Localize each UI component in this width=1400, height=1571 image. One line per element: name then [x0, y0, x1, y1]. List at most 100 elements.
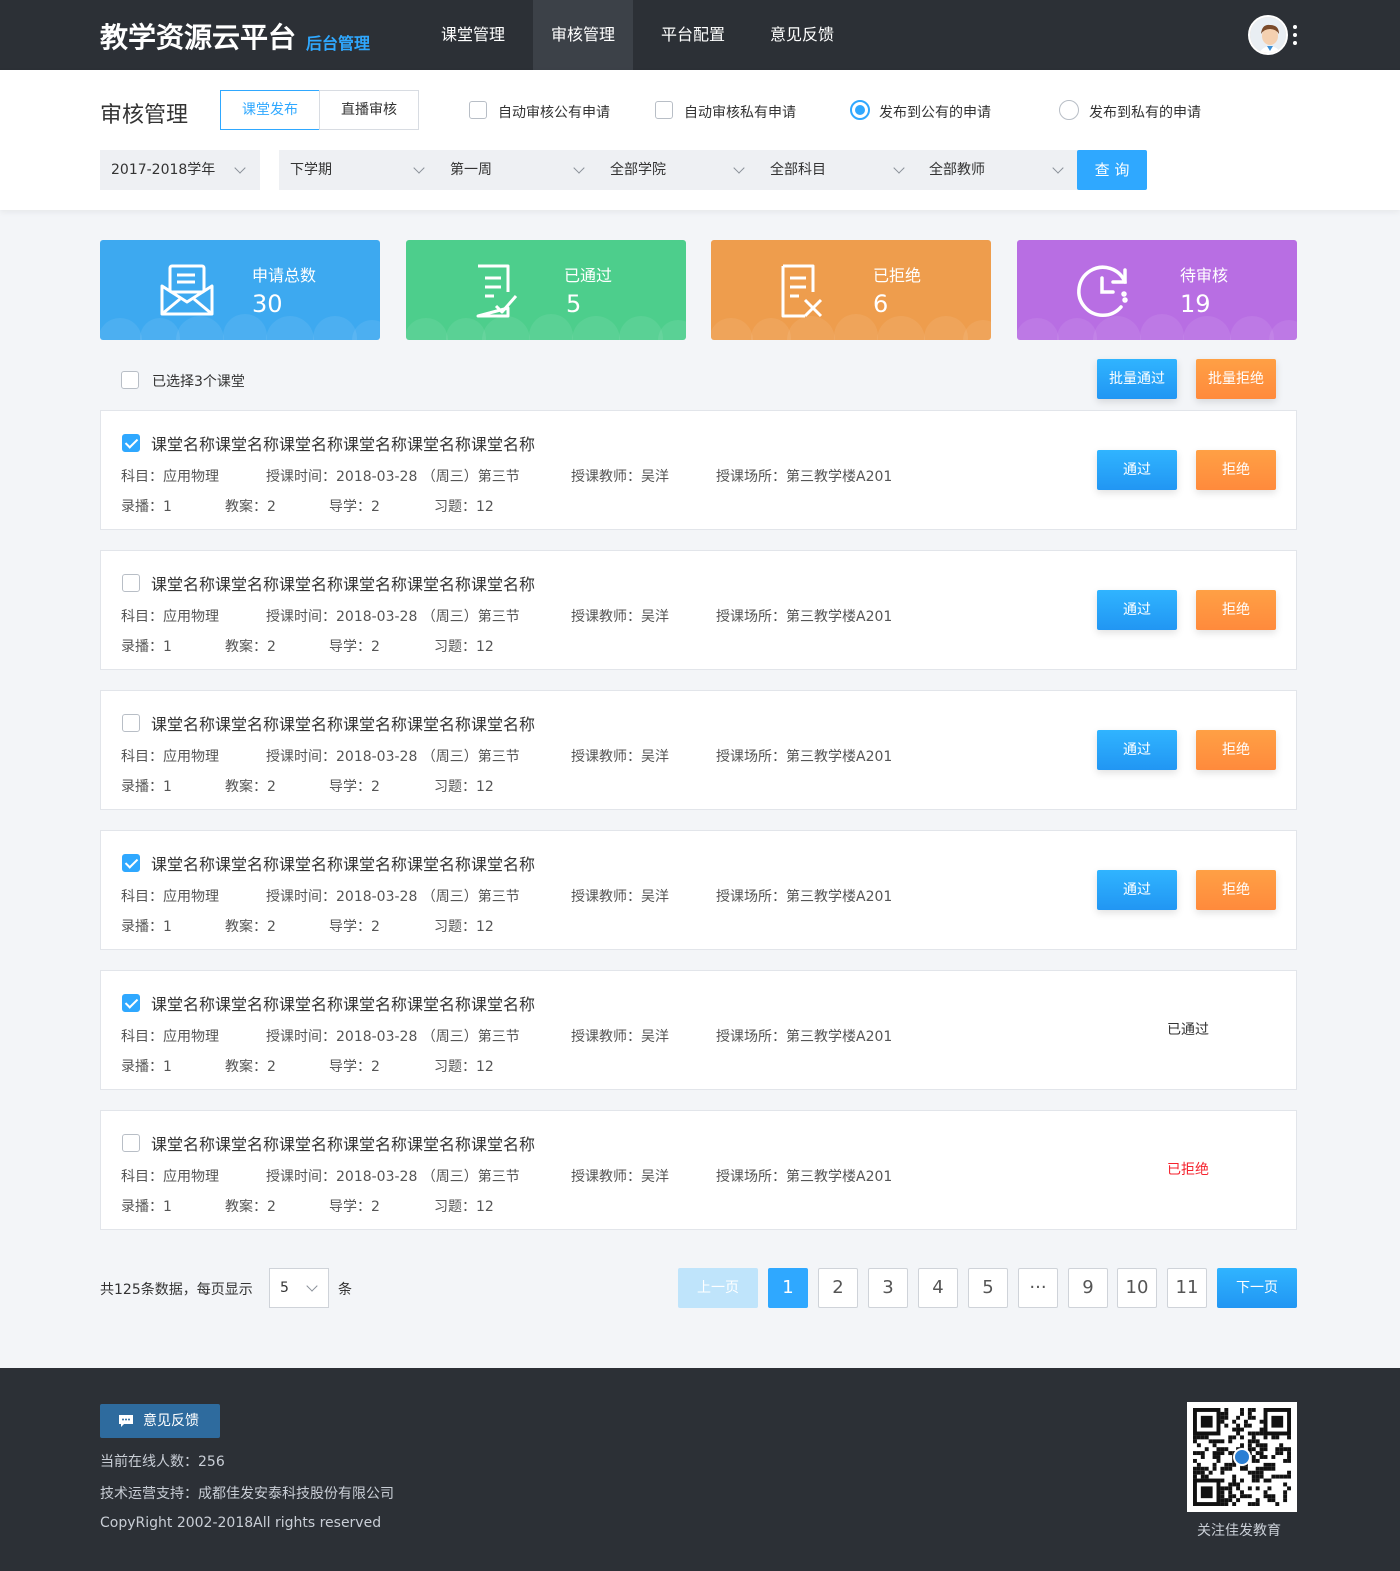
copyright: CopyRight 2002-2018All rights reserved [100, 1515, 382, 1531]
reject-button[interactable]: 拒绝 [1196, 870, 1276, 910]
semester-select[interactable]: 下学期 [279, 150, 439, 190]
tab-live-review[interactable]: 直播审核 [319, 90, 419, 130]
app-logo[interactable]: 教学资源云平台 [100, 16, 296, 56]
reject-button[interactable]: 拒绝 [1196, 730, 1276, 770]
location-value: 第三教学楼A201 [786, 1169, 893, 1185]
page-number-button[interactable]: 3 [868, 1268, 908, 1308]
week-select[interactable]: 第一周 [439, 150, 599, 190]
nav-item-feedback[interactable]: 意见反馈 [752, 0, 852, 70]
course-title[interactable]: 课堂名称课堂名称课堂名称课堂名称课堂名称课堂名称 [151, 991, 535, 1015]
course-checkbox[interactable] [122, 1134, 140, 1152]
course-location: 授课场所：第三教学楼A201 [716, 1166, 892, 1186]
select-all-checkbox[interactable] [121, 371, 139, 389]
subject-select[interactable]: 全部科目 [759, 150, 919, 190]
query-button[interactable]: 查 询 [1077, 150, 1147, 190]
footer: 意见反馈 当前在线人数：256 技术运营支持：成都佳发安泰科技股份有限公司 Co… [0, 1368, 1400, 1571]
feedback-button[interactable]: 意见反馈 [100, 1404, 220, 1438]
recording-value: 1 [163, 779, 172, 795]
subject-label: 科目： [121, 609, 163, 625]
nav-item-platform-config[interactable]: 平台配置 [643, 0, 743, 70]
time-value: 2018-03-28 （周三）第三节 [336, 1169, 520, 1185]
course-recording: 录播：1 [121, 636, 172, 656]
auto-review-public-label: 自动审核公有申请 [498, 105, 610, 121]
course-checkbox[interactable] [122, 574, 140, 592]
subject-value: 应用物理 [163, 749, 219, 765]
course-card: 课堂名称课堂名称课堂名称课堂名称课堂名称课堂名称 科目：应用物理 授课时间：2018… [100, 830, 1297, 950]
course-time: 授课时间：2018-03-28 （周三）第三节 [266, 606, 520, 626]
guide-value: 2 [371, 919, 380, 935]
year-select[interactable]: 2017-2018学年 [100, 150, 260, 190]
batch-reject-button[interactable]: 批量拒绝 [1196, 359, 1276, 399]
approve-button[interactable]: 通过 [1097, 450, 1177, 490]
course-checkbox[interactable] [122, 994, 140, 1012]
course-title[interactable]: 课堂名称课堂名称课堂名称课堂名称课堂名称课堂名称 [151, 711, 535, 735]
course-checkbox[interactable] [122, 854, 140, 872]
approve-button[interactable]: 通过 [1097, 590, 1177, 630]
course-title[interactable]: 课堂名称课堂名称课堂名称课堂名称课堂名称课堂名称 [151, 1131, 535, 1155]
course-lesson-plan: 教案：2 [225, 1196, 276, 1216]
teacher-label: 授课教师： [571, 889, 641, 905]
page-number-button[interactable]: 1 [768, 1268, 808, 1308]
page-size-value: 5 [280, 1280, 289, 1296]
stat-label-pending: 待审核 [1180, 266, 1229, 285]
course-guide: 导学：2 [329, 1056, 380, 1076]
location-label: 授课场所： [716, 1169, 786, 1185]
page-size-select[interactable]: 5 [269, 1268, 329, 1308]
lesson-plan-value: 2 [267, 499, 276, 515]
approve-button[interactable]: 通过 [1097, 870, 1177, 910]
page-number-button[interactable]: 10 [1117, 1268, 1157, 1308]
guide-value: 2 [371, 779, 380, 795]
course-time: 授课时间：2018-03-28 （周三）第三节 [266, 1026, 520, 1046]
tab-class-publish[interactable]: 课堂发布 [220, 90, 320, 130]
page-number-button[interactable]: 11 [1167, 1268, 1207, 1308]
page-number-button[interactable]: 5 [968, 1268, 1008, 1308]
stat-card-rejected: 已拒绝 6 [711, 240, 991, 340]
approve-button[interactable]: 通过 [1097, 730, 1177, 770]
course-guide: 导学：2 [329, 1196, 380, 1216]
chevron-down-icon [893, 162, 905, 174]
guide-value: 2 [371, 639, 380, 655]
auto-review-public-checkbox[interactable] [469, 101, 487, 119]
stat-card-total: 申请总数 30 [100, 240, 380, 340]
subject-value: 应用物理 [163, 1169, 219, 1185]
nav-item-class-management[interactable]: 课堂管理 [423, 0, 523, 70]
auto-review-private-checkbox[interactable] [655, 101, 673, 119]
guide-label: 导学： [329, 1059, 371, 1075]
course-title[interactable]: 课堂名称课堂名称课堂名称课堂名称课堂名称课堂名称 [151, 571, 535, 595]
reject-button[interactable]: 拒绝 [1196, 590, 1276, 630]
teacher-value: 吴洋 [641, 749, 669, 765]
time-value: 2018-03-28 （周三）第三节 [336, 889, 520, 905]
teacher-select[interactable]: 全部教师 [918, 150, 1078, 190]
course-title[interactable]: 课堂名称课堂名称课堂名称课堂名称课堂名称课堂名称 [151, 431, 535, 455]
page-number-button[interactable]: 2 [818, 1268, 858, 1308]
course-title[interactable]: 课堂名称课堂名称课堂名称课堂名称课堂名称课堂名称 [151, 851, 535, 875]
course-checkbox[interactable] [122, 434, 140, 452]
page-number-button[interactable]: 9 [1068, 1268, 1108, 1308]
publish-public-radio[interactable] [850, 100, 870, 120]
prev-page-button[interactable]: 上一页 [678, 1268, 758, 1308]
nav-item-review-management[interactable]: 审核管理 [533, 0, 633, 70]
course-subject: 科目：应用物理 [121, 1166, 219, 1186]
subject-label: 科目： [121, 1169, 163, 1185]
status-badge: 已拒绝 [1167, 1162, 1209, 1178]
guide-label: 导学： [329, 919, 371, 935]
next-page-button[interactable]: 下一页 [1217, 1268, 1297, 1308]
guide-value: 2 [371, 1059, 380, 1075]
page-number-button[interactable]: 4 [918, 1268, 958, 1308]
publish-private-radio[interactable] [1059, 100, 1079, 120]
filter-panel: 审核管理 课堂发布 直播审核 自动审核公有申请 自动审核私有申请 发布到公有的申… [0, 70, 1400, 210]
user-avatar[interactable] [1248, 15, 1288, 55]
exercise-value: 12 [476, 779, 494, 795]
course-checkbox[interactable] [122, 714, 140, 732]
time-value: 2018-03-28 （周三）第三节 [336, 1029, 520, 1045]
subject-label: 科目： [121, 469, 163, 485]
top-navbar: 教学资源云平台 后台管理 课堂管理 审核管理 平台配置 意见反馈 [0, 0, 1400, 70]
more-vertical-icon[interactable] [1290, 22, 1300, 48]
college-select[interactable]: 全部学院 [599, 150, 759, 190]
location-value: 第三教学楼A201 [786, 469, 893, 485]
page-ellipsis[interactable]: ··· [1018, 1268, 1058, 1308]
reject-button[interactable]: 拒绝 [1196, 450, 1276, 490]
batch-approve-button[interactable]: 批量通过 [1097, 359, 1177, 399]
chevron-down-icon [1052, 162, 1064, 174]
location-value: 第三教学楼A201 [786, 609, 893, 625]
